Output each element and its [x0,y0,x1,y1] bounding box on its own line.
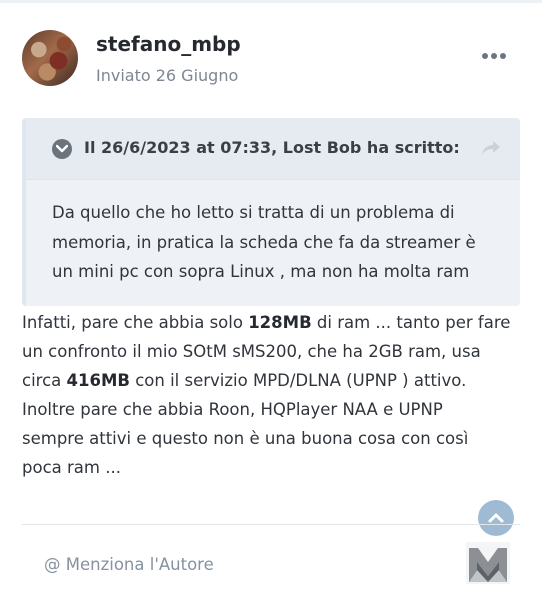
post-content: Infatti, pare che abbia solo 128MB di ra… [22,308,522,482]
chevron-up-icon[interactable] [478,500,514,536]
post-line: circa 416MB con il servizio MPD/DLNA (UP… [22,366,522,395]
text-segment: di ram ... tanto per fare [311,313,511,332]
text-segment: circa [22,371,67,390]
text-segment: Infatti, pare che abbia solo [22,313,249,332]
avatar[interactable] [22,30,78,86]
bold-text: 128MB [248,313,312,332]
top-border [0,0,542,3]
share-arrow-icon[interactable] [480,138,502,158]
quote-header: Il 26/6/2023 at 07:33, Lost Bob ha scrit… [26,118,520,180]
quote-block: Il 26/6/2023 at 07:33, Lost Bob ha scrit… [22,118,520,306]
quote-citation: Il 26/6/2023 at 07:33, Lost Bob ha scrit… [84,138,460,157]
post-line: un confronto il mio SOtM sMS200, che ha … [22,342,481,361]
post-line: Infatti, pare che abbia solo 128MB di ra… [22,308,522,337]
text-segment: con il servizio MPD/DLNA (UPNP ) attivo. [129,371,467,390]
post-line: Inoltre pare che abbia Roon, HQPlayer NA… [22,400,443,419]
post-date: Inviato 26 Giugno [96,66,239,85]
more-horizontal-icon[interactable] [482,52,506,62]
forum-post-page: stefano_mbp Inviato 26 Giugno Il 26/6/20… [0,0,542,600]
chevron-down-circle-icon[interactable] [52,139,72,159]
post-line: poca ram ... [22,458,121,477]
quote-line: Da quello che ho letto si tratta di un p… [52,203,455,222]
quote-line: memoria, in pratica la scheda che fa da … [52,232,476,252]
quote-text: Da quello che ho letto si tratta di un p… [52,198,512,287]
site-logo-icon [466,542,510,584]
footer-divider [22,524,520,525]
quote-line: un mini pc con sopra Linux , ma non ha m… [52,262,470,281]
bold-text: 416MB [66,371,130,390]
post-header: stefano_mbp Inviato 26 Giugno [22,30,522,90]
author-name[interactable]: stefano_mbp [96,32,241,56]
mention-author-link[interactable]: @ Menziona l'Autore [44,555,214,574]
post-line: sempre attivi e questo non è una buona c… [22,429,469,448]
